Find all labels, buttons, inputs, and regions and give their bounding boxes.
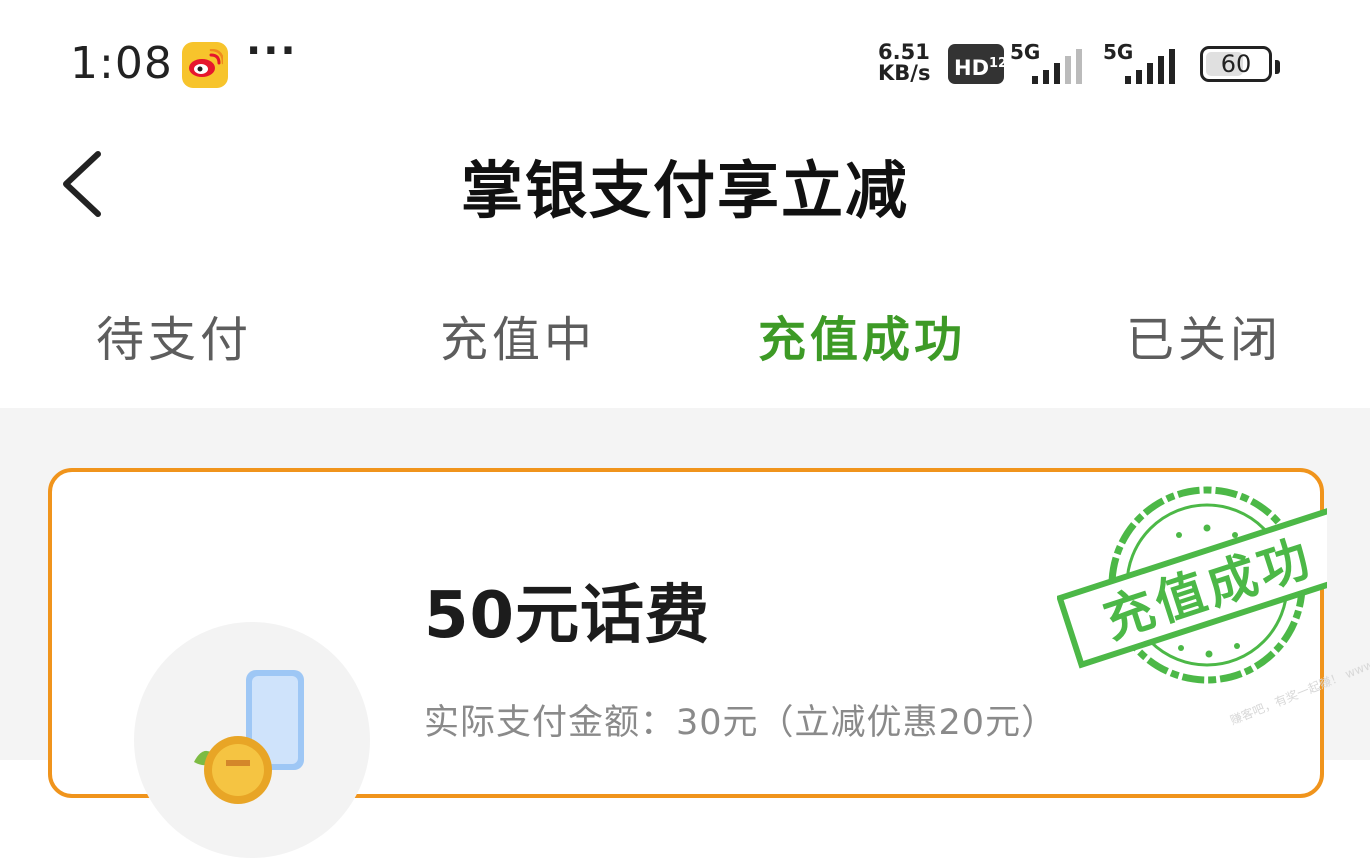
payment-amount-info: 实际支付金额：30元（立减优惠20元） [424, 703, 1058, 743]
tab-pending-payment[interactable]: 待支付 [96, 300, 252, 370]
order-status-tabs: 待支付 充值中 充值成功 已关闭 [0, 280, 1370, 390]
tab-recharging[interactable]: 充值中 [440, 300, 596, 370]
net-speed-value: 6.51 [878, 40, 930, 64]
hd-sub: 12 [989, 56, 1008, 71]
order-card[interactable]: 50元话费 实际支付金额：30元（立减优惠20元） 充值成功 [48, 468, 1360, 858]
page-title: 掌银支付享立减 [460, 154, 909, 227]
signal-sim1-icon: 5G [1010, 40, 1090, 86]
product-image [134, 622, 370, 858]
battery-level: 60 [1220, 50, 1252, 78]
status-bar: 1:08 ··· 6.51 KB/s HD12 5G 5G 60 [0, 0, 1370, 130]
network-speed: 6.51 KB/s [878, 42, 930, 84]
more-notifications-icon: ··· [246, 28, 298, 74]
hd-label: HD [954, 56, 990, 80]
tab-recharge-success[interactable]: 充值成功 [758, 300, 966, 370]
product-title: 50元话费 [424, 579, 711, 653]
hd-icon: HD12 [948, 44, 1008, 84]
battery-icon: 60 [1200, 46, 1280, 82]
recharge-success-stamp: 充值成功 [1056, 480, 1360, 690]
signal-sim2-icon: 5G [1103, 40, 1188, 86]
net-speed-unit: KB/s [878, 61, 931, 85]
weibo-icon [182, 42, 228, 88]
phone-recharge-icon [194, 670, 304, 804]
status-time: 1:08 [70, 38, 173, 89]
tab-closed[interactable]: 已关闭 [1126, 300, 1282, 370]
